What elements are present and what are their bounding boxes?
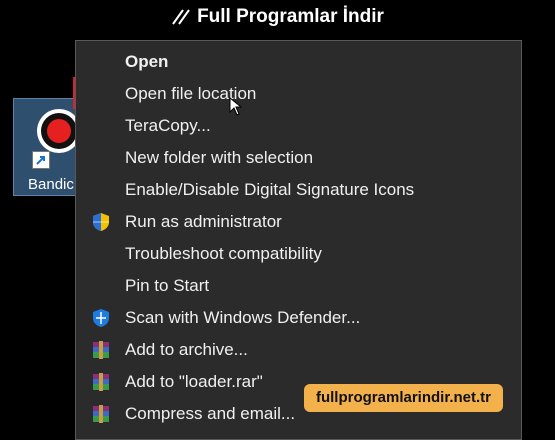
menu-item-label: Scan with Windows Defender... bbox=[125, 308, 361, 327]
winrar-icon bbox=[93, 373, 109, 391]
winrar-icon bbox=[93, 341, 109, 359]
slash-logo-icon bbox=[172, 9, 190, 25]
watermark-url-badge: fullprogramlarindir.net.tr bbox=[304, 384, 503, 412]
menu-item-digital-signature[interactable]: Enable/Disable Digital Signature Icons bbox=[76, 174, 521, 206]
menu-item-label: Troubleshoot compatibility bbox=[125, 244, 322, 263]
menu-item-label: Run as administrator bbox=[125, 212, 282, 231]
menu-item-label: Pin to Start bbox=[125, 276, 210, 295]
winrar-icon bbox=[93, 405, 109, 423]
menu-item-label: Open bbox=[125, 52, 169, 71]
shortcut-arrow-icon bbox=[32, 151, 50, 169]
desktop-shortcut-label: Bandic bbox=[28, 176, 74, 193]
menu-item-teracopy[interactable]: TeraCopy... bbox=[76, 110, 521, 142]
menu-item-label: Add to archive... bbox=[125, 340, 248, 359]
site-banner: Full Programlar İndir bbox=[0, 4, 555, 30]
menu-item-label: Add to "loader.rar" bbox=[125, 372, 263, 391]
mouse-cursor-icon bbox=[229, 97, 243, 116]
menu-item-run-as-admin[interactable]: Run as administrator bbox=[76, 206, 521, 238]
defender-shield-icon bbox=[93, 309, 109, 327]
menu-item-label: Enable/Disable Digital Signature Icons bbox=[125, 180, 415, 199]
menu-item-open[interactable]: Open bbox=[76, 46, 521, 78]
uac-shield-icon bbox=[93, 213, 109, 231]
banner-title: Full Programlar İndir bbox=[197, 6, 384, 27]
context-menu: Open Open file location TeraCopy... New … bbox=[75, 40, 522, 440]
menu-item-new-folder[interactable]: New folder with selection bbox=[76, 142, 521, 174]
menu-item-label: TeraCopy... bbox=[125, 116, 211, 135]
menu-item-troubleshoot[interactable]: Troubleshoot compatibility bbox=[76, 238, 521, 270]
menu-item-pin-to-start[interactable]: Pin to Start bbox=[76, 270, 521, 302]
menu-item-label: Compress and email... bbox=[125, 404, 296, 423]
menu-item-add-to-archive[interactable]: Add to archive... bbox=[76, 334, 521, 366]
menu-item-scan-defender[interactable]: Scan with Windows Defender... bbox=[76, 302, 521, 334]
menu-item-open-file-location[interactable]: Open file location bbox=[76, 78, 521, 110]
menu-item-label: New folder with selection bbox=[125, 148, 314, 167]
